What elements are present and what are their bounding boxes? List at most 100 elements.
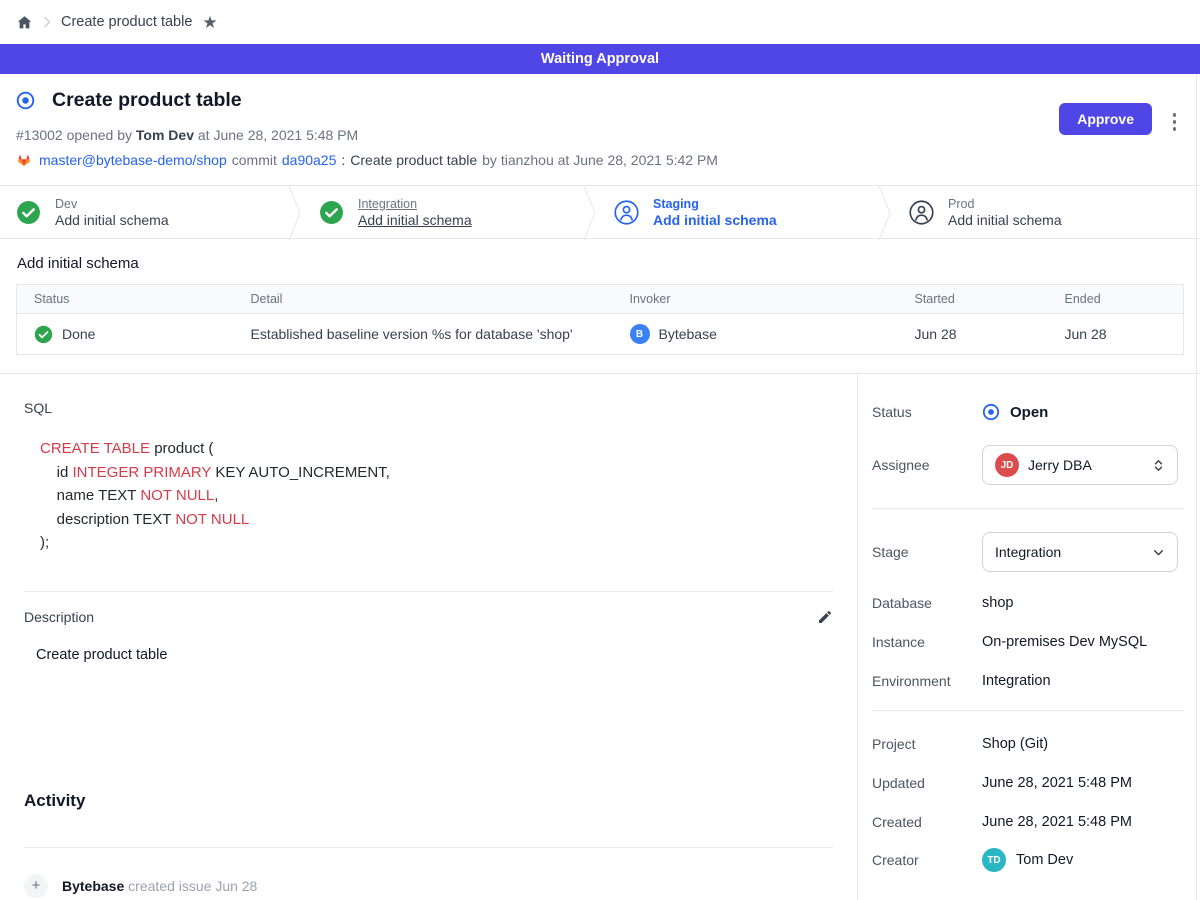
branch-link[interactable]: master@bytebase-demo/shop [39,152,227,168]
assignee-label: Assignee [872,457,982,473]
favorite-star-icon[interactable]: ★ [202,14,217,31]
task-started: Jun 28 [898,314,1048,355]
created-value: June 28, 2021 5:48 PM [982,814,1132,830]
sql-code: CREATE TABLE product ( id INTEGER PRIMAR… [24,437,833,555]
sql-label: SQL [24,400,833,416]
creator-label: Creator [872,852,982,868]
divider [872,508,1184,509]
breadcrumb-current: Create product table [61,14,192,30]
updated-label: Updated [872,775,982,791]
status-value: Open [1010,404,1048,421]
issue-opened-time: at June 28, 2021 5:48 PM [194,127,358,143]
task-section-title: Add initial schema [16,255,1184,272]
col-invoker: Invoker [613,285,898,314]
commit-link[interactable]: da90a25 [282,152,337,168]
stage-env-label: Integration [358,197,472,211]
activity-item: + Bytebase created issue Jun 28 [24,874,833,898]
commit-title: Create product table [350,152,477,168]
updated-value: June 28, 2021 5:48 PM [982,775,1132,791]
col-ended: Ended [1048,285,1184,314]
stage-integration[interactable]: Integration Add initial schema [295,186,590,238]
task-status: Done [62,326,95,342]
divider [24,591,833,592]
task-table: Status Detail Invoker Started Ended Done… [16,284,1184,355]
task-detail: Established baseline version %s for data… [234,314,613,355]
sort-chevrons-icon [1150,457,1167,474]
stage-prod[interactable]: Prod Add initial schema [885,186,1180,238]
home-icon[interactable] [16,14,33,31]
instance-label: Instance [872,634,982,650]
environment-value: Integration [982,673,1051,689]
stage-env-label: Dev [55,197,169,211]
person-circle-icon [614,200,639,225]
commit-author-time: by tianzhou at June 28, 2021 5:42 PM [482,152,718,168]
task-section: Add initial schema Status Detail Invoker… [0,239,1200,374]
stage-label: Stage [872,544,982,560]
issue-header: Create product table #13002 opened by To… [0,74,1200,185]
stage-separator [288,186,302,240]
database-label: Database [872,595,982,611]
check-circle-icon [319,200,344,225]
more-actions-icon[interactable] [1171,111,1179,133]
banner-text: Waiting Approval [541,51,659,67]
scrollbar-track [1196,74,1197,900]
activity-action: created issue Jun 28 [124,878,257,894]
check-circle-icon [16,200,41,225]
stage-dev[interactable]: Dev Add initial schema [0,186,295,238]
invoker-name: Bytebase [659,326,717,342]
vcs-commit-line: master@bytebase-demo/shop commit da90a25… [16,152,1184,168]
plus-icon: + [24,874,48,898]
col-started: Started [898,285,1048,314]
colon: : [341,152,345,168]
task-ended: Jun 28 [1048,314,1184,355]
stage-value: Integration [995,544,1141,560]
activity-actor: Bytebase [62,878,124,894]
issue-meta: #13002 opened by Tom Dev at June 28, 202… [16,127,1184,143]
stage-task-label: Add initial schema [653,212,777,228]
waiting-approval-banner: Waiting Approval [0,44,1200,74]
divider [872,710,1184,711]
edit-pencil-icon[interactable] [817,609,833,625]
description-text: Create product table [24,647,833,663]
activity-title: Activity [24,791,833,811]
issue-author: Tom Dev [136,127,194,143]
creator-value: Tom Dev [1016,852,1073,868]
issue-sidebar: Status Open Assignee JD Jerry DBA Stage [858,374,1200,900]
description-label: Description [24,609,94,625]
breadcrumb: Create product table ★ [0,0,1200,44]
instance-value: On-premises Dev MySQL [982,634,1147,650]
stage-task-label: Add initial schema [948,212,1062,228]
assignee-value: Jerry DBA [1028,457,1141,473]
person-circle-icon [909,200,934,225]
invoker-avatar: B [630,324,650,344]
stage-staging[interactable]: Staging Add initial schema [590,186,885,238]
stage-task-label: Add initial schema [55,212,169,228]
assignee-select[interactable]: JD Jerry DBA [982,445,1178,485]
project-value: Shop (Git) [982,736,1048,752]
stage-env-label: Staging [653,197,777,211]
divider [24,847,833,848]
stage-env-label: Prod [948,197,1062,211]
stage-select[interactable]: Integration [982,532,1178,572]
status-open-icon [982,403,1000,421]
status-label: Status [872,404,982,420]
environment-label: Environment [872,673,982,689]
table-row[interactable]: Done Established baseline version %s for… [17,314,1184,355]
assignee-avatar: JD [995,453,1019,477]
page-title: Create product table [52,89,242,112]
col-status: Status [17,285,234,314]
gitlab-icon [16,152,32,168]
approve-button[interactable]: Approve [1059,103,1152,135]
issue-id: #13002 opened by [16,127,136,143]
chevron-right-icon [43,16,51,28]
created-label: Created [872,814,982,830]
commit-word: commit [232,152,277,168]
stage-task-label: Add initial schema [358,212,472,228]
creator-avatar: TD [982,848,1006,872]
issue-main-column: SQL CREATE TABLE product ( id INTEGER PR… [0,374,858,900]
pipeline-stages: Dev Add initial schema Integration Add i… [0,185,1200,239]
project-label: Project [872,736,982,752]
done-check-icon [34,325,53,344]
chevron-down-icon [1150,544,1167,561]
database-value: shop [982,595,1013,611]
